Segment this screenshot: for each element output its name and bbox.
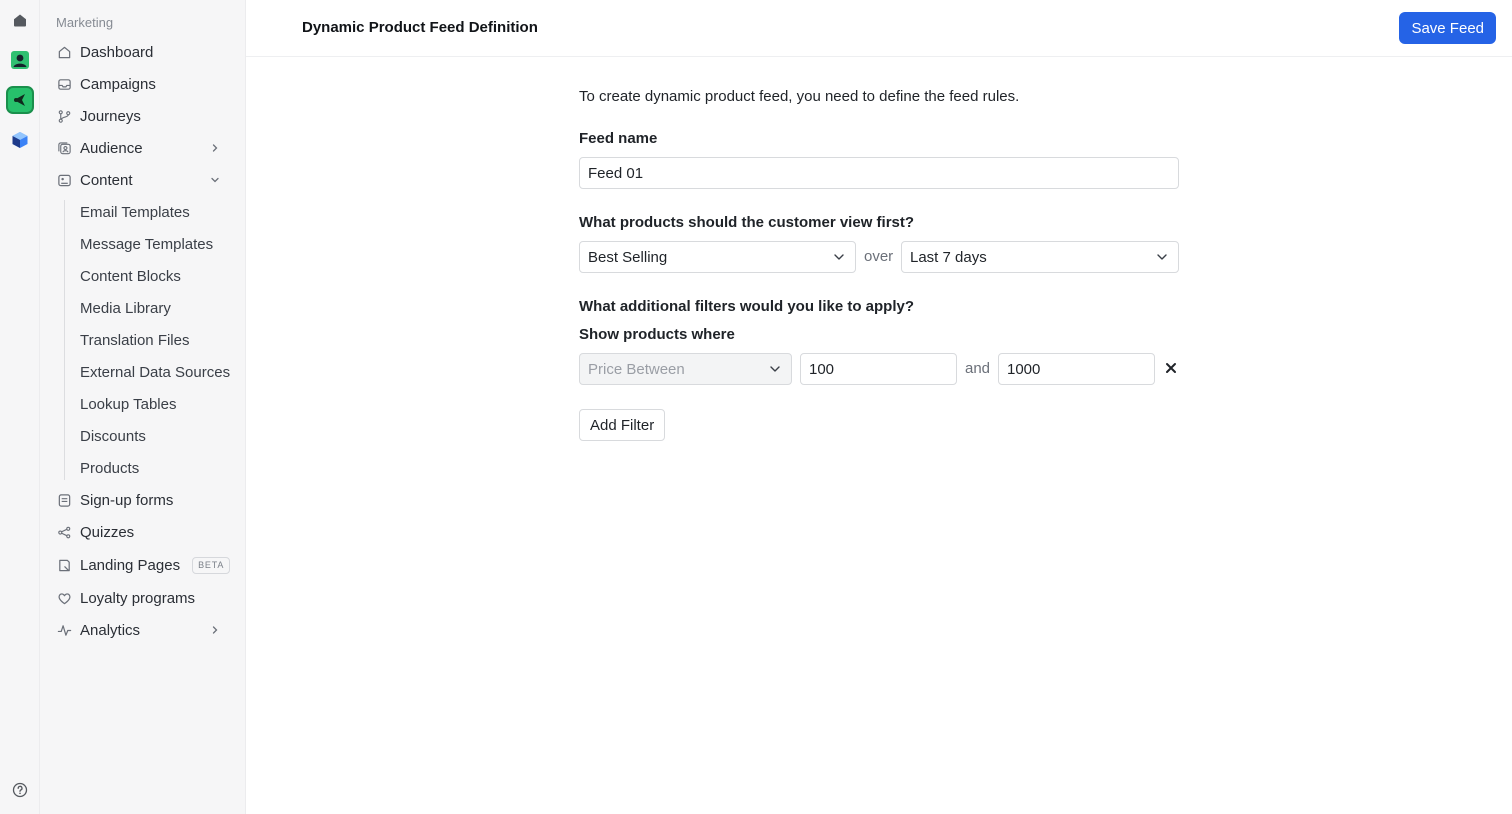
- app-marketing-icon[interactable]: [6, 86, 34, 114]
- time-period-select[interactable]: Last 7 days: [901, 241, 1179, 273]
- sort-by-select[interactable]: Best Selling: [579, 241, 856, 273]
- sidebar-subitem-external-data-sources[interactable]: External Data Sources: [80, 359, 230, 385]
- chevron-down-icon: [834, 254, 844, 260]
- chevron-down-icon: [1157, 254, 1167, 260]
- content-icon: [56, 172, 72, 188]
- sidebar-item-label: Quizzes: [80, 523, 135, 541]
- sidebar-subitem-lookup-tables[interactable]: Lookup Tables: [80, 391, 176, 417]
- sidebar-subitem-products[interactable]: Products: [80, 455, 139, 481]
- sidebar: Marketing Dashboard Campaigns Journeys A…: [40, 0, 246, 814]
- feed-name-input[interactable]: Feed 01: [579, 157, 1179, 189]
- sidebar-item-campaigns[interactable]: Campaigns: [48, 70, 238, 98]
- sidebar-item-quizzes[interactable]: Quizzes: [48, 518, 238, 546]
- sidebar-item-signup-forms[interactable]: Sign-up forms: [48, 486, 238, 514]
- sort-by-value: Best Selling: [588, 248, 668, 266]
- audience-icon: [56, 140, 72, 156]
- filter-min-input[interactable]: 100: [800, 353, 957, 385]
- sidebar-item-audience[interactable]: Audience: [48, 134, 238, 162]
- sidebar-subitem-media-library[interactable]: Media Library: [80, 295, 171, 321]
- show-where-label: Show products where: [579, 326, 735, 343]
- filter-min-value: 100: [809, 360, 835, 378]
- save-feed-button[interactable]: Save Feed: [1399, 12, 1496, 44]
- inbox-icon: [56, 76, 72, 92]
- intro-text: To create dynamic product feed, you need…: [579, 88, 1020, 105]
- sidebar-item-label: Landing Pages: [80, 556, 181, 574]
- sidebar-item-loyalty-programs[interactable]: Loyalty programs: [48, 584, 238, 612]
- sidebar-item-label: Campaigns: [80, 75, 156, 93]
- filter-field-select[interactable]: Price Between: [579, 353, 792, 385]
- page-header: Dynamic Product Feed Definition Save Fee…: [246, 0, 1512, 57]
- app-rail: [0, 0, 40, 814]
- sidebar-item-analytics[interactable]: Analytics: [48, 616, 238, 644]
- sidebar-item-label: Analytics: [80, 621, 141, 639]
- heart-icon: [56, 590, 72, 606]
- filter-max-value: 1000: [1007, 360, 1041, 378]
- remove-filter-icon[interactable]: [1164, 361, 1178, 375]
- and-text: and: [965, 360, 991, 377]
- sidebar-item-label: Content: [80, 171, 133, 189]
- sidebar-item-content[interactable]: Content: [48, 166, 238, 194]
- view-first-label: What products should the customer view f…: [579, 214, 915, 231]
- sidebar-subitem-translation-files[interactable]: Translation Files: [80, 327, 189, 353]
- sidebar-item-label: Journeys: [80, 107, 141, 125]
- branch-icon: [56, 108, 72, 124]
- sidebar-item-label: Sign-up forms: [80, 491, 174, 509]
- filter-max-input[interactable]: 1000: [998, 353, 1155, 385]
- chevron-down-icon: [770, 366, 780, 372]
- sidebar-item-dashboard[interactable]: Dashboard: [48, 38, 238, 66]
- feed-name-label: Feed name: [579, 130, 658, 147]
- sidebar-item-landing-pages[interactable]: Landing Pages BETA: [48, 551, 238, 579]
- chevron-right-icon: [208, 623, 222, 637]
- over-text: over: [864, 248, 894, 265]
- sidebar-item-label: Audience: [80, 139, 143, 157]
- time-period-value: Last 7 days: [910, 248, 987, 266]
- form-icon: [56, 492, 72, 508]
- sidebar-subitem-email-templates[interactable]: Email Templates: [80, 199, 190, 225]
- beta-badge: BETA: [192, 556, 231, 574]
- feed-name-value: Feed 01: [588, 164, 644, 182]
- filters-label: What additional filters would you like t…: [579, 298, 915, 315]
- app-cube-icon[interactable]: [6, 126, 34, 154]
- page-title: Dynamic Product Feed Definition: [302, 19, 538, 36]
- filter-field-value: Price Between: [588, 360, 685, 378]
- chevron-right-icon: [208, 141, 222, 155]
- home-icon[interactable]: [6, 6, 34, 34]
- sidebar-subitem-content-blocks[interactable]: Content Blocks: [80, 263, 181, 289]
- sidebar-subitem-message-templates[interactable]: Message Templates: [80, 231, 213, 257]
- submenu-divider: [64, 200, 65, 480]
- sidebar-item-label: Loyalty programs: [80, 589, 196, 607]
- chevron-down-icon: [208, 173, 222, 187]
- sidebar-section-title: Marketing: [56, 15, 114, 30]
- sidebar-subitem-discounts[interactable]: Discounts: [80, 423, 146, 449]
- activity-icon: [56, 622, 72, 638]
- add-filter-button[interactable]: Add Filter: [579, 409, 666, 441]
- home-outline-icon: [56, 44, 72, 60]
- app-contact-icon[interactable]: [6, 46, 34, 74]
- quiz-icon: [56, 524, 72, 540]
- sidebar-item-journeys[interactable]: Journeys: [48, 102, 238, 130]
- landing-page-icon: [56, 557, 72, 573]
- help-icon[interactable]: [6, 776, 34, 804]
- sidebar-item-label: Dashboard: [80, 43, 154, 61]
